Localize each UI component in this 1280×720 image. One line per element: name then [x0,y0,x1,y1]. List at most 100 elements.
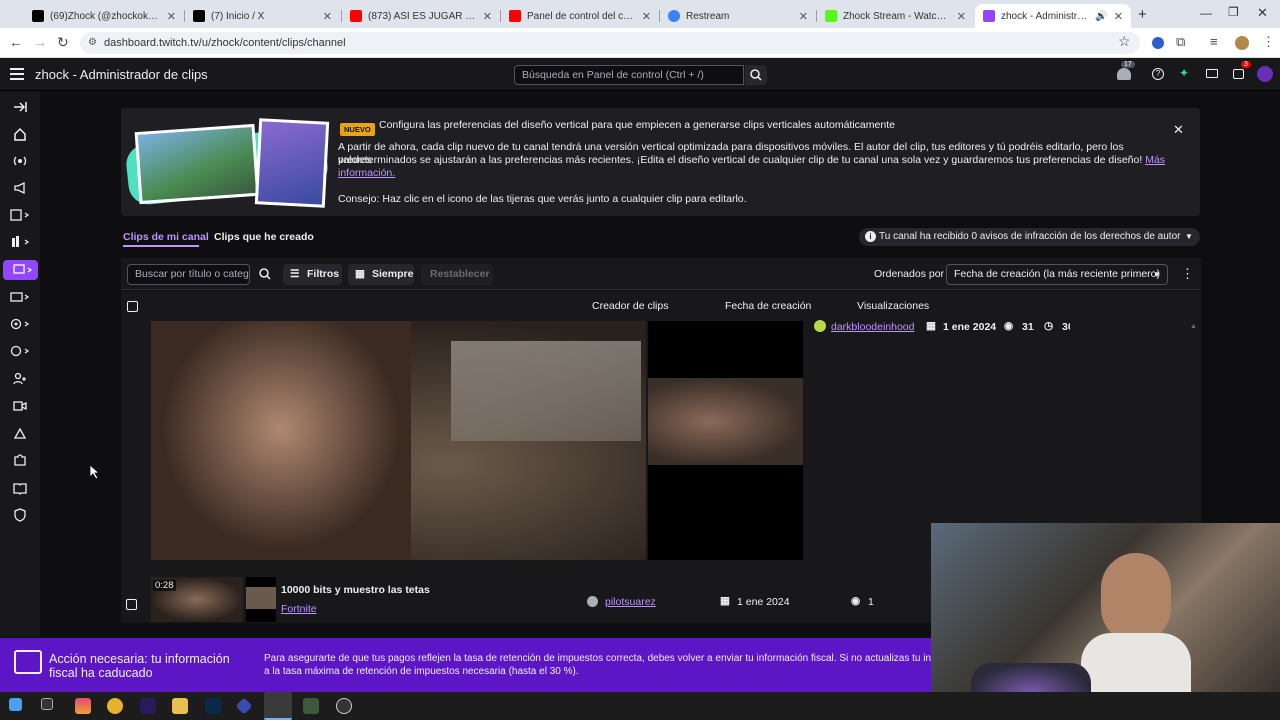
column-header-date[interactable]: Fecha de creación [725,300,811,312]
tab-my-channel-clips[interactable]: Clips de mi canal [123,231,209,243]
filters-label: Filtros [307,268,340,280]
row-checkbox[interactable] [126,599,137,610]
photos-app-icon[interactable] [75,698,91,714]
bits-sparkle-icon[interactable]: ✦ [1179,66,1189,80]
browser-tab-youtube-studio[interactable]: Panel de control del canal - You ✕ [501,4,659,28]
extensions-puzzle-icon[interactable] [10,450,30,470]
url-input[interactable]: ⚙ dashboard.twitch.tv/u/zhock/content/cl… [80,32,1140,54]
row-category-link[interactable]: Fortnite [281,603,317,615]
row-creator-link[interactable]: pilotsuarez [605,596,656,608]
browser-tab-restream[interactable]: Restream ✕ [660,4,816,28]
add-user-icon[interactable] [10,369,30,389]
windows-start-icon[interactable] [9,698,22,711]
speaker-icon[interactable]: 🔊 [1095,11,1107,22]
dashboard-topbar: zhock - Administrador de clips Búsqueda … [0,58,1280,91]
book-icon[interactable] [10,478,30,498]
clip-search-input[interactable]: Buscar por título o categoría [127,264,250,285]
creator-camp-icon[interactable] [10,423,30,443]
help-icon[interactable]: ? [1152,68,1164,80]
row-thumbnail[interactable]: 0:28 [151,577,243,622]
reload-button[interactable]: ↻ [57,34,69,51]
user-avatar[interactable] [1257,66,1273,82]
terminal-icon[interactable] [303,698,319,714]
close-icon[interactable]: ✕ [957,10,966,23]
media-controls-icon[interactable]: ≡ [1210,34,1218,49]
more-options-icon[interactable]: ⋮ [1181,266,1194,282]
close-window-button[interactable]: ✕ [1257,5,1268,21]
row-title[interactable]: 10000 bits y muestro las tetas [281,584,430,596]
file-explorer-icon[interactable] [172,698,188,714]
close-icon[interactable]: ✕ [642,10,651,23]
insights-chart-icon[interactable] [10,205,30,225]
video-camera-icon[interactable] [10,396,30,416]
tab-title: zhock - Administrador de c [1001,10,1092,22]
column-header-views[interactable]: Visualizaciones [857,300,929,312]
premiere-icon[interactable] [140,698,156,714]
close-icon[interactable]: ✕ [799,10,808,23]
clip-creator-link[interactable]: darkbloodeinhood [831,321,915,333]
collapse-sidebar-icon[interactable] [10,97,30,117]
new-tab-button[interactable]: + [1138,6,1147,23]
site-info-icon[interactable]: ⚙ [88,32,97,54]
minimize-button[interactable]: — [1200,6,1212,20]
community-icon[interactable] [10,232,30,252]
chrome-icon[interactable] [107,698,123,714]
row-vertical-thumbnail[interactable] [246,577,276,622]
browser-tab-x[interactable]: (7) Inicio / X ✕ [185,4,340,28]
viewer-rewards-icon[interactable] [10,341,30,361]
safety-shield-icon[interactable] [10,505,30,525]
windows-taskbar [0,692,1280,720]
sort-dropdown[interactable]: Fecha de creación (la más reciente prime… [946,264,1168,285]
home-icon[interactable] [10,124,30,144]
browser-tab-kick[interactable]: Zhock Stream - Watch Live on ✕ [817,4,974,28]
settings-gear-icon[interactable] [10,314,30,334]
row-views: 1 [868,596,874,608]
browser-tab-tiktok[interactable]: (69)Zhock (@zhockokono) | Tik ✕ [24,4,184,28]
tab-title: Panel de control del canal - You [527,10,636,22]
browser-menu-icon[interactable]: ⋮ [1262,34,1275,50]
clip-video-preview[interactable] [151,321,646,560]
close-icon[interactable]: ✕ [483,10,492,23]
mail-icon[interactable] [1206,69,1218,78]
bookmark-star-icon[interactable]: ☆ [1118,33,1131,50]
browser-tab-twitch-active[interactable]: zhock - Administrador de c 🔊 ✕ [975,4,1131,28]
more-info-link-continued[interactable]: información. [338,167,395,179]
copyright-strikes-dropdown[interactable]: i Tu canal ha recibido 0 avisos de infra… [859,228,1200,246]
more-info-link[interactable]: Más [1145,154,1165,166]
select-all-checkbox[interactable] [127,301,138,312]
content-clips-icon[interactable] [3,260,38,280]
close-icon[interactable]: ✕ [1114,10,1123,23]
vertical-clips-banner: NUEVO Configura las preferencias del dis… [121,108,1200,216]
date-range-button[interactable]: ▦ Siempre [348,264,414,285]
search-button[interactable] [745,65,767,85]
profile-avatar[interactable] [1235,36,1249,50]
stream-manager-icon[interactable] [10,151,30,171]
filters-button[interactable]: ☰ Filtros [283,264,342,285]
promotions-megaphone-icon[interactable] [10,178,30,198]
search-icon[interactable] [258,267,272,281]
close-icon[interactable]: ✕ [167,10,176,23]
forward-button[interactable]: → [33,34,47,50]
close-banner-button[interactable]: ✕ [1173,122,1184,138]
chrome-active-icon[interactable] [264,692,292,720]
clip-vertical-preview[interactable] [648,321,803,560]
browser-tab-youtube-video[interactable]: (873) ASÍ ES JUGAR God Of Wa ✕ [342,4,500,28]
task-view-icon[interactable] [41,698,53,710]
monetization-icon[interactable] [10,287,30,307]
column-header-creator[interactable]: Creador de clips [592,300,668,312]
restore-button[interactable]: ❐ [1228,5,1239,19]
back-button[interactable]: ← [9,34,23,50]
hamburger-menu-icon[interactable] [10,68,24,80]
whispers-icon[interactable] [1233,69,1244,79]
extensions-puzzle-icon[interactable]: ⧉ [1176,34,1185,50]
extension-icon[interactable] [1152,37,1164,49]
dashboard-search-input[interactable]: Búsqueda en Panel de control (Ctrl + /) [514,65,744,85]
reset-button[interactable]: Restablecer [421,264,493,285]
notifications-icon[interactable] [1117,68,1131,80]
tiktok-icon [32,10,44,22]
obs-icon[interactable] [336,698,352,714]
app-icon[interactable] [235,697,253,715]
photoshop-icon[interactable] [205,698,221,714]
close-icon[interactable]: ✕ [323,10,332,23]
tab-clips-i-created[interactable]: Clips que he creado [214,231,314,243]
